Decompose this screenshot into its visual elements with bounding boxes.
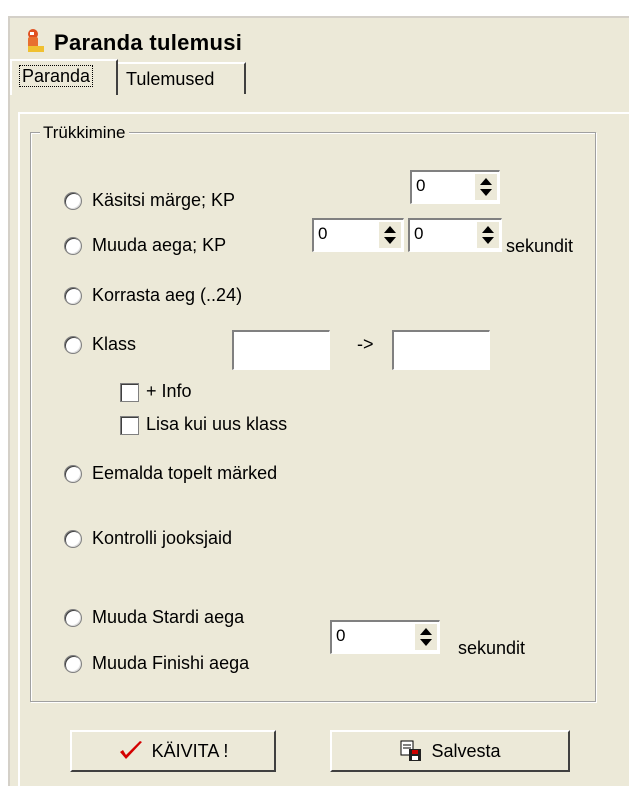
radio-change-time[interactable] (64, 237, 82, 255)
radio-check-runners[interactable] (64, 530, 82, 548)
spinner-arrows-icon[interactable] (379, 222, 401, 248)
manual-mark-label: Käsitsi märge; KP (92, 190, 236, 210)
change-time-label: Muuda aega; KP (92, 235, 227, 255)
start-finish-seconds-label: sekundit (458, 638, 526, 658)
radio-change-finish[interactable] (64, 655, 82, 673)
title-bar: Paranda tulemusi (10, 18, 629, 62)
run-button[interactable]: KÄIVITA ! (70, 730, 276, 772)
radio-change-start[interactable] (64, 609, 82, 627)
info-checkbox-label: + Info (146, 381, 192, 401)
fix-time-label: Korrasta aeg (..24) (92, 285, 243, 305)
radio-remove-duplicates[interactable] (64, 465, 82, 483)
tab-paranda[interactable]: Paranda (10, 59, 118, 95)
class-to-input[interactable] (392, 330, 490, 370)
manual-mark-kp-value: 0 (416, 176, 426, 195)
manual-mark-kp-spinner[interactable]: 0 (410, 170, 500, 204)
save-button[interactable]: Salvesta (330, 730, 570, 772)
class-arrow: -> (357, 334, 374, 354)
spinner-arrows-icon[interactable] (477, 222, 499, 248)
window-title: Paranda tulemusi (54, 30, 243, 55)
change-start-label: Muuda Stardi aega (92, 607, 245, 627)
change-time-kp-value: 0 (318, 224, 328, 243)
change-time-kp-spinner[interactable]: 0 (312, 218, 404, 252)
change-time-seconds-spinner[interactable]: 0 (408, 218, 502, 252)
spinner-arrows-icon[interactable] (415, 624, 437, 650)
radio-manual-mark[interactable] (64, 192, 82, 210)
start-finish-seconds-spinner[interactable]: 0 (330, 620, 440, 654)
app-icon (28, 29, 44, 52)
info-checkbox[interactable] (120, 383, 139, 402)
groupbox-legend: Trükkimine (40, 123, 129, 143)
change-finish-label: Muuda Finishi aega (92, 653, 250, 673)
class-label: Klass (92, 334, 137, 354)
tab-tulemused[interactable]: Tulemused (118, 62, 246, 94)
remove-duplicates-label: Eemalda topelt märked (92, 463, 278, 483)
class-from-input[interactable] (232, 330, 330, 370)
checkmark-icon (119, 741, 142, 759)
tab-tulemused-label: Tulemused (126, 69, 215, 89)
add-new-class-checkbox[interactable] (120, 416, 139, 435)
start-finish-seconds-value: 0 (336, 626, 346, 645)
save-icon (400, 740, 422, 761)
run-button-label: KÄIVITA ! (151, 740, 229, 761)
tab-paranda-label: Paranda (18, 65, 94, 87)
spinner-arrows-icon[interactable] (475, 174, 497, 200)
add-new-class-label: Lisa kui uus klass (146, 414, 288, 434)
radio-fix-time[interactable] (64, 287, 82, 305)
check-runners-label: Kontrolli jooksjaid (92, 528, 233, 548)
save-button-label: Salvesta (431, 740, 501, 761)
change-time-seconds-label: sekundit (506, 236, 574, 256)
change-time-seconds-value: 0 (414, 224, 424, 243)
radio-class[interactable] (64, 336, 82, 354)
